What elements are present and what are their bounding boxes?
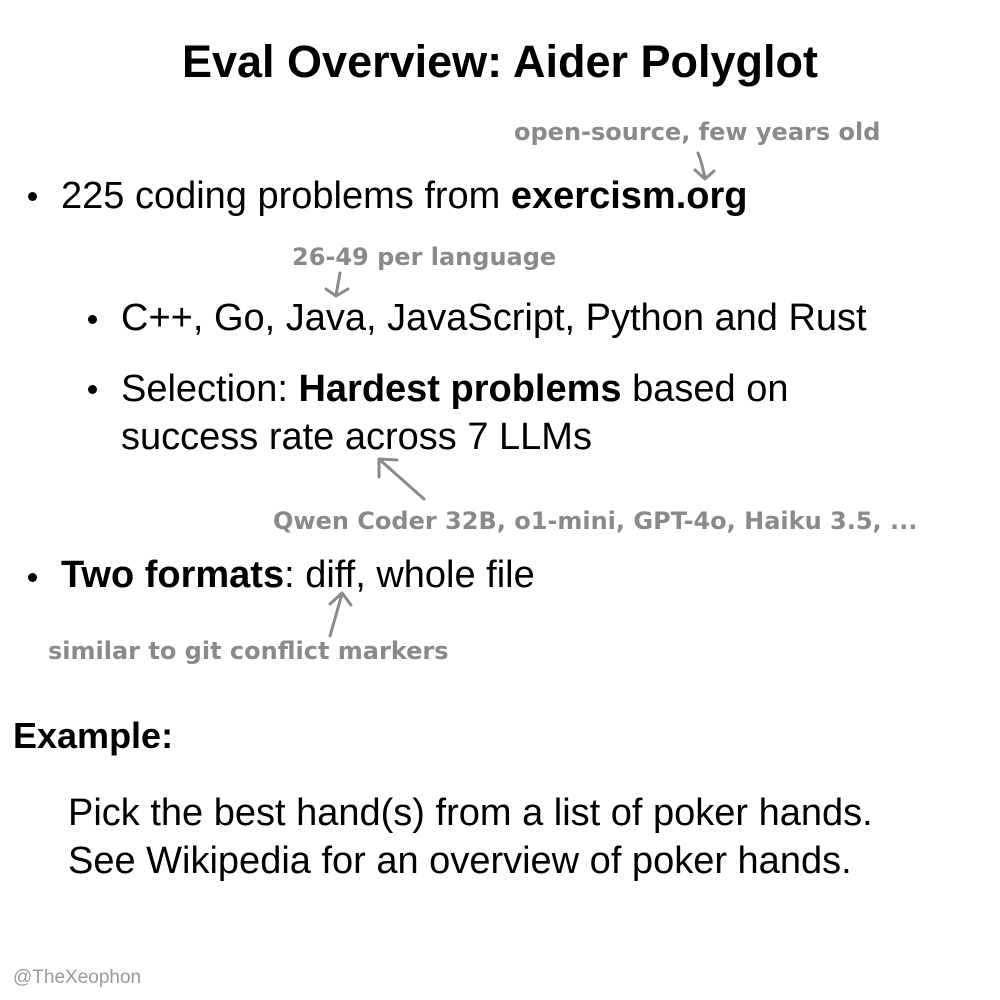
bullet-exercism: 225 coding problems from exercism.org (61, 172, 747, 220)
example-text-line2: See Wikipedia for an overview of poker h… (68, 840, 852, 882)
author-handle: @TheXeophon (13, 967, 142, 988)
annotation-per-language: 26-49 per language (292, 243, 557, 271)
bullet-formats: Two formats: diff, whole file (61, 551, 535, 599)
annotation-exercism: open-source, few years old (514, 118, 881, 146)
bullet-languages: C++, Go, Java, JavaScript, Python and Ru… (121, 297, 867, 339)
bullet-dot (88, 315, 97, 324)
annotation-diff: similar to git conflict markers (48, 637, 449, 665)
bullet-text: based on (621, 368, 789, 410)
arrow-icon (328, 591, 353, 638)
bullet-bold-text: Two formats (61, 554, 285, 596)
bullet-dot (28, 192, 37, 201)
bullet-text: 225 coding problems from (61, 175, 511, 217)
arrow-icon (377, 457, 426, 501)
example-text-line1: Pick the best hand(s) from a list of pok… (68, 792, 873, 834)
page-title: Eval Overview: Aider Polyglot (181, 36, 819, 87)
bullet-bold-text: exercism.org (510, 175, 748, 217)
bullet-bold-text: Hardest problems (298, 368, 622, 410)
annotation-llms: Qwen Coder 32B, o1-mini, GPT-4o, Haiku 3… (273, 507, 918, 535)
bullet-dot (28, 573, 37, 582)
bullet-selection: Selection: Hardest problems based on (121, 365, 788, 413)
example-heading: Example: (13, 715, 174, 756)
bullet-text: Selection: (121, 368, 299, 410)
bullet-dot (88, 385, 97, 394)
bullet-selection-line2: success rate across 7 LLMs (121, 416, 592, 458)
